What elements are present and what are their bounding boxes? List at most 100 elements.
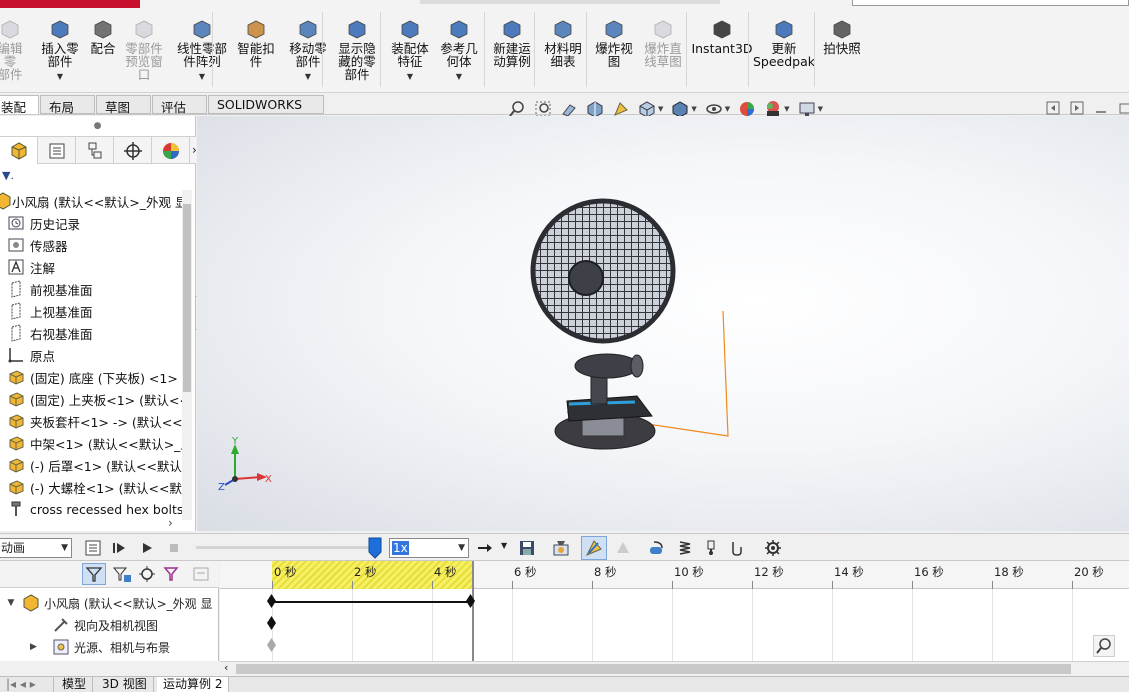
motion-tree-lights[interactable]: ▶ 光源、相机与布景	[0, 636, 219, 658]
tree-item-part[interactable]: (-) 后罩<1> (默认<<默认>_显	[0, 454, 182, 476]
chevron-down-icon[interactable]: ▼	[0, 598, 22, 608]
tree-item-part[interactable]: (-) 大螺栓<1> (默认<<默认>	[0, 476, 182, 498]
chevron-down-icon[interactable]: ▼	[784, 105, 789, 113]
tree-item-plane[interactable]: 右视基准面	[0, 322, 182, 344]
chevron-down-icon[interactable]: ▼	[818, 105, 823, 113]
explode-line-sketch-button[interactable]: 爆炸直 线草图	[640, 18, 686, 68]
tree-item-part[interactable]: 夹板套杆<1> -> (默认<<默认	[0, 410, 182, 432]
panel-splitter-handle[interactable]: ●	[0, 116, 195, 136]
chevron-down-icon[interactable]: ▼	[501, 541, 507, 550]
filter-results-icon[interactable]	[163, 565, 183, 585]
chevron-down-icon[interactable]: ▼	[199, 70, 205, 83]
keyframe-start[interactable]	[267, 594, 276, 608]
tab-sketch[interactable]: 草图	[96, 95, 151, 115]
playback-mode-icon[interactable]	[476, 539, 494, 557]
scroll-right-arrow[interactable]: ›	[168, 516, 173, 530]
tab-model[interactable]: 模型	[56, 677, 94, 692]
tab-dimxpert-manager[interactable]	[114, 137, 152, 164]
tab-solidworks-addins[interactable]: SOLIDWORKS 插件	[208, 95, 324, 130]
insert-component-button[interactable]: 插入零 部件 ▼	[38, 18, 82, 83]
playback-slider-track[interactable]	[196, 546, 372, 549]
tab-3d-view[interactable]: 3D 视图	[96, 677, 154, 692]
chevron-down-icon[interactable]: ▼	[407, 70, 413, 83]
reference-geometry-button[interactable]: 参考几 何体 ▼	[436, 18, 482, 83]
restore-icon[interactable]	[1070, 101, 1084, 115]
timeline-scrollbar[interactable]: ‹	[220, 661, 1129, 675]
stop-icon[interactable]	[165, 539, 183, 557]
time-bar[interactable]	[472, 561, 474, 661]
tree-item-history[interactable]: 历史记录	[0, 212, 182, 234]
keyframe-view[interactable]	[267, 616, 276, 630]
tree-item-part[interactable]: (固定) 底座 (下夹板) <1> (默认	[0, 366, 182, 388]
animation-wizard-icon[interactable]	[552, 539, 570, 557]
zoom-in-timeline-button[interactable]	[1093, 635, 1115, 657]
tree-item-plane[interactable]: 上视基准面	[0, 300, 182, 322]
tab-layout[interactable]: 布局	[40, 95, 95, 115]
timeline-ruler[interactable]: 0 秒 2 秒 4 秒 6 秒 8 秒 10 秒 12 秒 14 秒 16 秒 18 秒 20 秒	[220, 561, 1129, 589]
tab-assembly[interactable]: 装配体	[0, 95, 39, 134]
tab-property-manager[interactable]	[38, 137, 76, 164]
tab-feature-manager[interactable]	[0, 137, 38, 164]
tree-item-sensor[interactable]: 传感器	[0, 234, 182, 256]
spring-icon[interactable]	[676, 539, 694, 557]
tree-scrollbar[interactable]	[182, 190, 192, 520]
contact-icon[interactable]	[728, 539, 746, 557]
playback-speed-select[interactable]: 1x ▼	[389, 538, 469, 558]
scroll-left-arrow[interactable]: ‹	[224, 661, 228, 674]
tree-filter[interactable]: ▼.	[0, 166, 196, 186]
tree-item-bolt[interactable]: cross recessed hex bolts	[0, 498, 182, 520]
playback-slider-thumb[interactable]	[368, 537, 382, 559]
tab-motion-study-2[interactable]: 运动算例 2	[157, 677, 230, 692]
component-preview-button[interactable]: 零部件 预览窗 口	[122, 18, 166, 81]
restore-icon[interactable]	[1046, 101, 1060, 115]
update-speedpak-button[interactable]: 更新 Speedpak	[753, 18, 815, 68]
tab-display-manager[interactable]	[152, 137, 190, 164]
calculate-icon[interactable]	[84, 539, 102, 557]
chevron-down-icon[interactable]: ▼	[691, 105, 696, 113]
exploded-view-button[interactable]: 爆炸视 图	[592, 18, 636, 68]
tab-configuration-manager[interactable]	[76, 137, 114, 164]
tree-item-origin[interactable]: 原点	[0, 344, 182, 366]
minimize-icon[interactable]	[1094, 101, 1108, 115]
play-from-start-icon[interactable]	[110, 539, 128, 557]
tree-item-plane[interactable]: 前视基准面	[0, 278, 182, 300]
show-hidden-button[interactable]: 显示隐 藏的零 部件	[334, 18, 380, 81]
tree-item-part[interactable]: (固定) 上夹板<1> (默认<<默认	[0, 388, 182, 410]
more-tabs-arrow[interactable]: ›	[190, 137, 197, 163]
edit-component-button[interactable]: 编辑零 部件	[0, 18, 28, 81]
linear-pattern-button[interactable]: 线性零部 件阵列 ▼	[172, 18, 232, 83]
take-snapshot-button[interactable]: 拍快照	[820, 18, 864, 55]
motion-tree-view-camera[interactable]: 视向及相机视图	[0, 614, 219, 636]
damper-icon[interactable]	[702, 539, 720, 557]
assembly-features-button[interactable]: 装配体 特征 ▼	[386, 18, 434, 83]
filter-selected-icon[interactable]	[137, 565, 157, 585]
autokey-toggle[interactable]	[581, 536, 607, 560]
maximize-icon[interactable]	[1118, 101, 1129, 115]
study-type-select[interactable]: 动画 ▼	[0, 538, 72, 558]
motor-icon[interactable]	[648, 539, 666, 557]
chevron-down-icon[interactable]: ▼	[725, 105, 730, 113]
save-animation-icon[interactable]	[518, 539, 536, 557]
scrollbar-thumb[interactable]	[236, 664, 1071, 674]
motion-tree-root[interactable]: ▼ 小风扇 (默认<<默认>_外观 显	[0, 592, 219, 614]
keyframe-end[interactable]	[466, 594, 475, 608]
keyframe-lights[interactable]	[267, 638, 276, 652]
chevron-down-icon[interactable]: ▼	[305, 70, 311, 83]
instant3d-button[interactable]: Instant3D	[691, 18, 753, 55]
gear-icon[interactable]	[764, 539, 782, 557]
chevron-down-icon[interactable]: ▼	[57, 70, 63, 83]
tree-root-assembly[interactable]: 小风扇 (默认<<默认>_外观 显示	[0, 190, 182, 212]
move-component-button[interactable]: 移动零 部件 ▼	[284, 18, 332, 83]
scrollbar-thumb[interactable]	[183, 204, 191, 392]
play-icon[interactable]	[138, 539, 156, 557]
search-box[interactable]	[852, 0, 1129, 6]
tab-nav-arrows[interactable]: |◂ ◂ ▸	[0, 677, 54, 692]
bill-of-materials-button[interactable]: 材料明 细表	[540, 18, 586, 68]
tree-item-annotation[interactable]: 注解	[0, 256, 182, 278]
tab-evaluate[interactable]: 评估	[152, 95, 207, 115]
graphics-viewport[interactable]: Y X Z	[197, 116, 1129, 531]
timeline-panel[interactable]: 0 秒 2 秒 4 秒 6 秒 8 秒 10 秒 12 秒 14 秒 16 秒 18 秒 20 秒	[220, 561, 1129, 661]
tree-item-part[interactable]: 中架<1> (默认<<默认>_显示	[0, 432, 182, 454]
filter-animated-toggle[interactable]	[82, 563, 106, 585]
mate-button[interactable]: 配合	[86, 18, 120, 55]
